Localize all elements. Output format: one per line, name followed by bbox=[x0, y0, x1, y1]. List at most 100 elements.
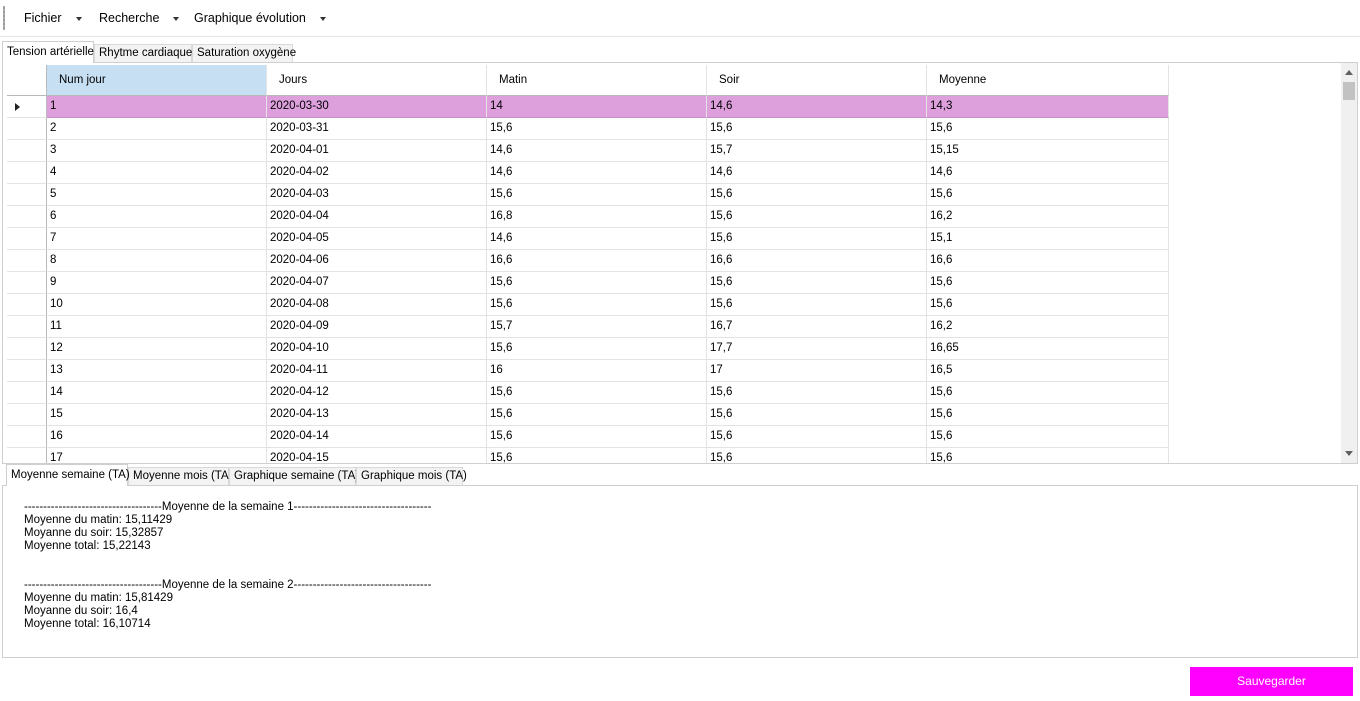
cell-soir[interactable]: 16,7 bbox=[707, 316, 927, 338]
scroll-up-icon[interactable] bbox=[1345, 70, 1353, 75]
cell-soir[interactable]: 15,6 bbox=[707, 272, 927, 294]
cell-soir[interactable]: 15,6 bbox=[707, 206, 927, 228]
cell-num-jour[interactable]: 2 bbox=[47, 118, 267, 140]
cell-jours[interactable]: 2020-03-31 bbox=[267, 118, 487, 140]
table-row[interactable]: 5 2020-04-03 15,6 15,6 15,6 bbox=[7, 184, 1169, 206]
cell-num-jour[interactable]: 1 bbox=[47, 96, 267, 118]
cell-soir[interactable]: 14,6 bbox=[707, 162, 927, 184]
cell-jours[interactable]: 2020-04-09 bbox=[267, 316, 487, 338]
save-button[interactable]: Sauvegarder bbox=[1190, 667, 1353, 696]
cell-num-jour[interactable]: 5 bbox=[47, 184, 267, 206]
cell-moyenne[interactable]: 14,3 bbox=[927, 96, 1169, 118]
table-row[interactable]: 13 2020-04-11 16 17 16,5 bbox=[7, 360, 1169, 382]
cell-jours[interactable]: 2020-04-14 bbox=[267, 426, 487, 448]
cell-moyenne[interactable]: 15,6 bbox=[927, 272, 1169, 294]
cell-soir[interactable]: 15,6 bbox=[707, 448, 927, 463]
cell-moyenne[interactable]: 15,1 bbox=[927, 228, 1169, 250]
cell-soir[interactable]: 15,6 bbox=[707, 118, 927, 140]
table-row[interactable]: 11 2020-04-09 15,7 16,7 16,2 bbox=[7, 316, 1169, 338]
menu-recherche[interactable]: Recherche bbox=[99, 9, 180, 27]
cell-soir[interactable]: 15,6 bbox=[707, 426, 927, 448]
table-row[interactable]: 17 2020-04-15 15,6 15,6 15,6 bbox=[7, 448, 1169, 463]
cell-moyenne[interactable]: 16,2 bbox=[927, 316, 1169, 338]
row-header[interactable] bbox=[7, 294, 47, 316]
column-header-jours[interactable]: Jours bbox=[267, 65, 487, 96]
cell-moyenne[interactable]: 15,6 bbox=[927, 382, 1169, 404]
row-header[interactable] bbox=[7, 404, 47, 426]
cell-matin[interactable]: 15,6 bbox=[487, 184, 707, 206]
table-row[interactable]: 8 2020-04-06 16,6 16,6 16,6 bbox=[7, 250, 1169, 272]
cell-soir[interactable]: 15,6 bbox=[707, 294, 927, 316]
cell-num-jour[interactable]: 16 bbox=[47, 426, 267, 448]
cell-matin[interactable]: 15,7 bbox=[487, 316, 707, 338]
cell-jours[interactable]: 2020-04-03 bbox=[267, 184, 487, 206]
cell-num-jour[interactable]: 11 bbox=[47, 316, 267, 338]
cell-soir[interactable]: 15,6 bbox=[707, 184, 927, 206]
row-header[interactable] bbox=[7, 140, 47, 162]
cell-moyenne[interactable]: 15,6 bbox=[927, 448, 1169, 463]
cell-jours[interactable]: 2020-04-08 bbox=[267, 294, 487, 316]
row-header[interactable] bbox=[7, 250, 47, 272]
cell-matin[interactable]: 15,6 bbox=[487, 426, 707, 448]
menu-graphique-evolution[interactable]: Graphique évolution bbox=[194, 9, 326, 27]
cell-soir[interactable]: 14,6 bbox=[707, 96, 927, 118]
cell-moyenne[interactable]: 15,6 bbox=[927, 426, 1169, 448]
table-row[interactable]: 15 2020-04-13 15,6 15,6 15,6 bbox=[7, 404, 1169, 426]
cell-soir[interactable]: 15,6 bbox=[707, 228, 927, 250]
tab-graphique-semaine[interactable]: Graphique semaine (TA) bbox=[229, 467, 359, 486]
cell-jours[interactable]: 2020-04-12 bbox=[267, 382, 487, 404]
column-header-moyenne[interactable]: Moyenne bbox=[927, 65, 1169, 96]
cell-matin[interactable]: 15,6 bbox=[487, 382, 707, 404]
cell-moyenne[interactable]: 15,15 bbox=[927, 140, 1169, 162]
tab-moyenne-mois[interactable]: Moyenne mois (TA) bbox=[128, 467, 232, 486]
tab-saturation-oxygene[interactable]: Saturation oxygène bbox=[192, 44, 296, 63]
cell-num-jour[interactable]: 10 bbox=[47, 294, 267, 316]
row-header[interactable] bbox=[7, 360, 47, 382]
cell-matin[interactable]: 14,6 bbox=[487, 228, 707, 250]
cell-num-jour[interactable]: 17 bbox=[47, 448, 267, 463]
cell-num-jour[interactable]: 13 bbox=[47, 360, 267, 382]
cell-num-jour[interactable]: 6 bbox=[47, 206, 267, 228]
cell-moyenne[interactable]: 14,6 bbox=[927, 162, 1169, 184]
cell-soir[interactable]: 15,6 bbox=[707, 404, 927, 426]
cell-soir[interactable]: 15,7 bbox=[707, 140, 927, 162]
row-header[interactable] bbox=[7, 206, 47, 228]
cell-matin[interactable]: 15,6 bbox=[487, 118, 707, 140]
cell-jours[interactable]: 2020-04-06 bbox=[267, 250, 487, 272]
table-row[interactable]: 7 2020-04-05 14,6 15,6 15,1 bbox=[7, 228, 1169, 250]
cell-num-jour[interactable]: 7 bbox=[47, 228, 267, 250]
row-header[interactable] bbox=[7, 338, 47, 360]
cell-matin[interactable]: 16,6 bbox=[487, 250, 707, 272]
cell-matin[interactable]: 16 bbox=[487, 360, 707, 382]
table-row[interactable]: 10 2020-04-08 15,6 15,6 15,6 bbox=[7, 294, 1169, 316]
cell-num-jour[interactable]: 12 bbox=[47, 338, 267, 360]
cell-soir[interactable]: 15,6 bbox=[707, 382, 927, 404]
scroll-thumb[interactable] bbox=[1343, 82, 1355, 100]
cell-moyenne[interactable]: 15,6 bbox=[927, 184, 1169, 206]
cell-matin[interactable]: 15,6 bbox=[487, 338, 707, 360]
cell-jours[interactable]: 2020-04-04 bbox=[267, 206, 487, 228]
tab-tension-arterielle[interactable]: Tension artérielle bbox=[2, 41, 94, 63]
row-header[interactable] bbox=[7, 316, 47, 338]
menu-fichier[interactable]: Fichier bbox=[24, 9, 82, 27]
cell-matin[interactable]: 16,8 bbox=[487, 206, 707, 228]
cell-soir[interactable]: 17 bbox=[707, 360, 927, 382]
row-header[interactable] bbox=[7, 426, 47, 448]
row-header[interactable] bbox=[7, 228, 47, 250]
cell-num-jour[interactable]: 3 bbox=[47, 140, 267, 162]
cell-num-jour[interactable]: 8 bbox=[47, 250, 267, 272]
cell-jours[interactable]: 2020-04-10 bbox=[267, 338, 487, 360]
cell-moyenne[interactable]: 15,6 bbox=[927, 294, 1169, 316]
cell-jours[interactable]: 2020-04-13 bbox=[267, 404, 487, 426]
table-row[interactable]: 4 2020-04-02 14,6 14,6 14,6 bbox=[7, 162, 1169, 184]
cell-jours[interactable]: 2020-04-01 bbox=[267, 140, 487, 162]
cell-soir[interactable]: 17,7 bbox=[707, 338, 927, 360]
table-row[interactable]: 16 2020-04-14 15,6 15,6 15,6 bbox=[7, 426, 1169, 448]
tab-graphique-mois[interactable]: Graphique mois (TA) bbox=[356, 467, 467, 486]
cell-soir[interactable]: 16,6 bbox=[707, 250, 927, 272]
cell-matin[interactable]: 15,6 bbox=[487, 272, 707, 294]
cell-moyenne[interactable]: 16,6 bbox=[927, 250, 1169, 272]
tab-moyenne-semaine[interactable]: Moyenne semaine (TA) bbox=[6, 464, 130, 486]
row-header[interactable] bbox=[7, 96, 47, 118]
row-header[interactable] bbox=[7, 184, 47, 206]
